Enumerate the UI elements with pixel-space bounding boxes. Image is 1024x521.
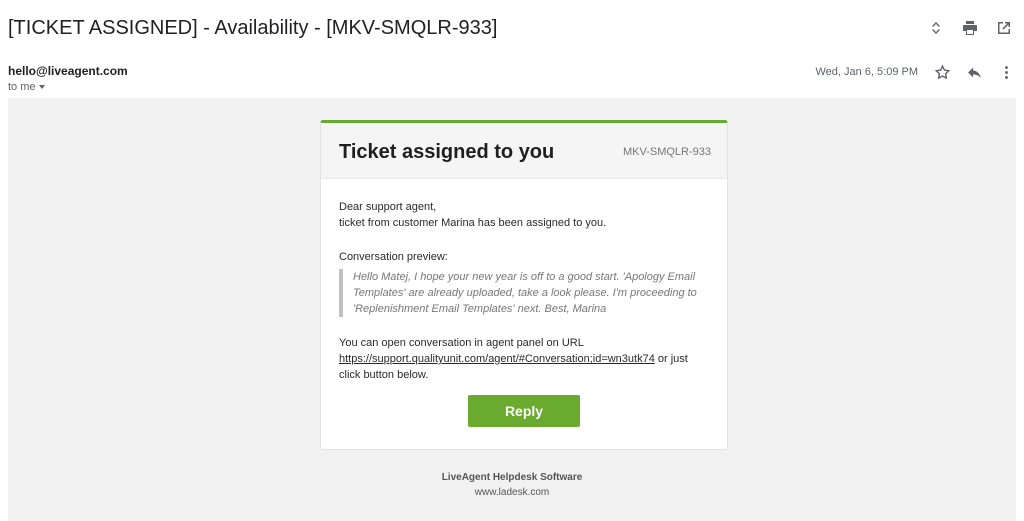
- footer-title: LiveAgent Helpdesk Software: [441, 472, 583, 483]
- open-instructions: You can open conversation in agent panel…: [339, 335, 709, 383]
- reply-button[interactable]: Reply: [468, 395, 580, 427]
- expand-collapse-icon[interactable]: [928, 20, 944, 36]
- ticket-id: MKV-SMQLR-933: [622, 146, 711, 158]
- star-icon[interactable]: [934, 64, 951, 80]
- message-date: Wed, Jan 6, 5:09 PM: [815, 66, 918, 78]
- reply-icon[interactable]: [966, 64, 982, 80]
- conversation-preview: Hello Matej, I hope your new year is off…: [339, 269, 709, 317]
- open-new-window-icon[interactable]: [996, 20, 1012, 36]
- conversation-link[interactable]: https://support.qualityunit.com/agent/#C…: [339, 353, 655, 365]
- preview-label: Conversation preview:: [339, 251, 448, 263]
- greeting: Dear support agent,: [339, 201, 437, 213]
- more-vert-icon[interactable]: [998, 64, 1014, 80]
- recipient-details-toggle[interactable]: to me: [8, 81, 45, 93]
- subject-bar: [TICKET ASSIGNED] - Availability - [MKV-…: [0, 0, 1024, 56]
- print-icon[interactable]: [962, 20, 978, 36]
- intro-text: ticket from customer Marina has been ass…: [339, 217, 607, 229]
- email-footer: LiveAgent Helpdesk Software www.ladesk.c…: [8, 472, 1016, 498]
- reply-wrap: Reply: [339, 395, 709, 427]
- open-text: You can open conversation in agent panel…: [339, 337, 584, 349]
- footer-url[interactable]: www.ladesk.com: [8, 487, 1016, 498]
- sender-row: hello@liveagent.com to me Wed, Jan 6, 5:…: [8, 64, 1016, 94]
- notification-card: Ticket assigned to you MKV-SMQLR-933 Dea…: [320, 120, 728, 450]
- card-header: Ticket assigned to you MKV-SMQLR-933: [321, 123, 727, 179]
- card-body: Dear support agent, ticket from customer…: [321, 179, 727, 427]
- top-toolbar: [928, 20, 1012, 36]
- recipient-label: to me: [8, 81, 36, 93]
- message-meta: Wed, Jan 6, 5:09 PM: [815, 64, 1014, 80]
- email-body: Ticket assigned to you MKV-SMQLR-933 Dea…: [8, 98, 1016, 521]
- chevron-down-icon: [38, 85, 45, 89]
- email-subject: [TICKET ASSIGNED] - Availability - [MKV-…: [8, 17, 498, 39]
- card-title: Ticket assigned to you: [339, 141, 555, 163]
